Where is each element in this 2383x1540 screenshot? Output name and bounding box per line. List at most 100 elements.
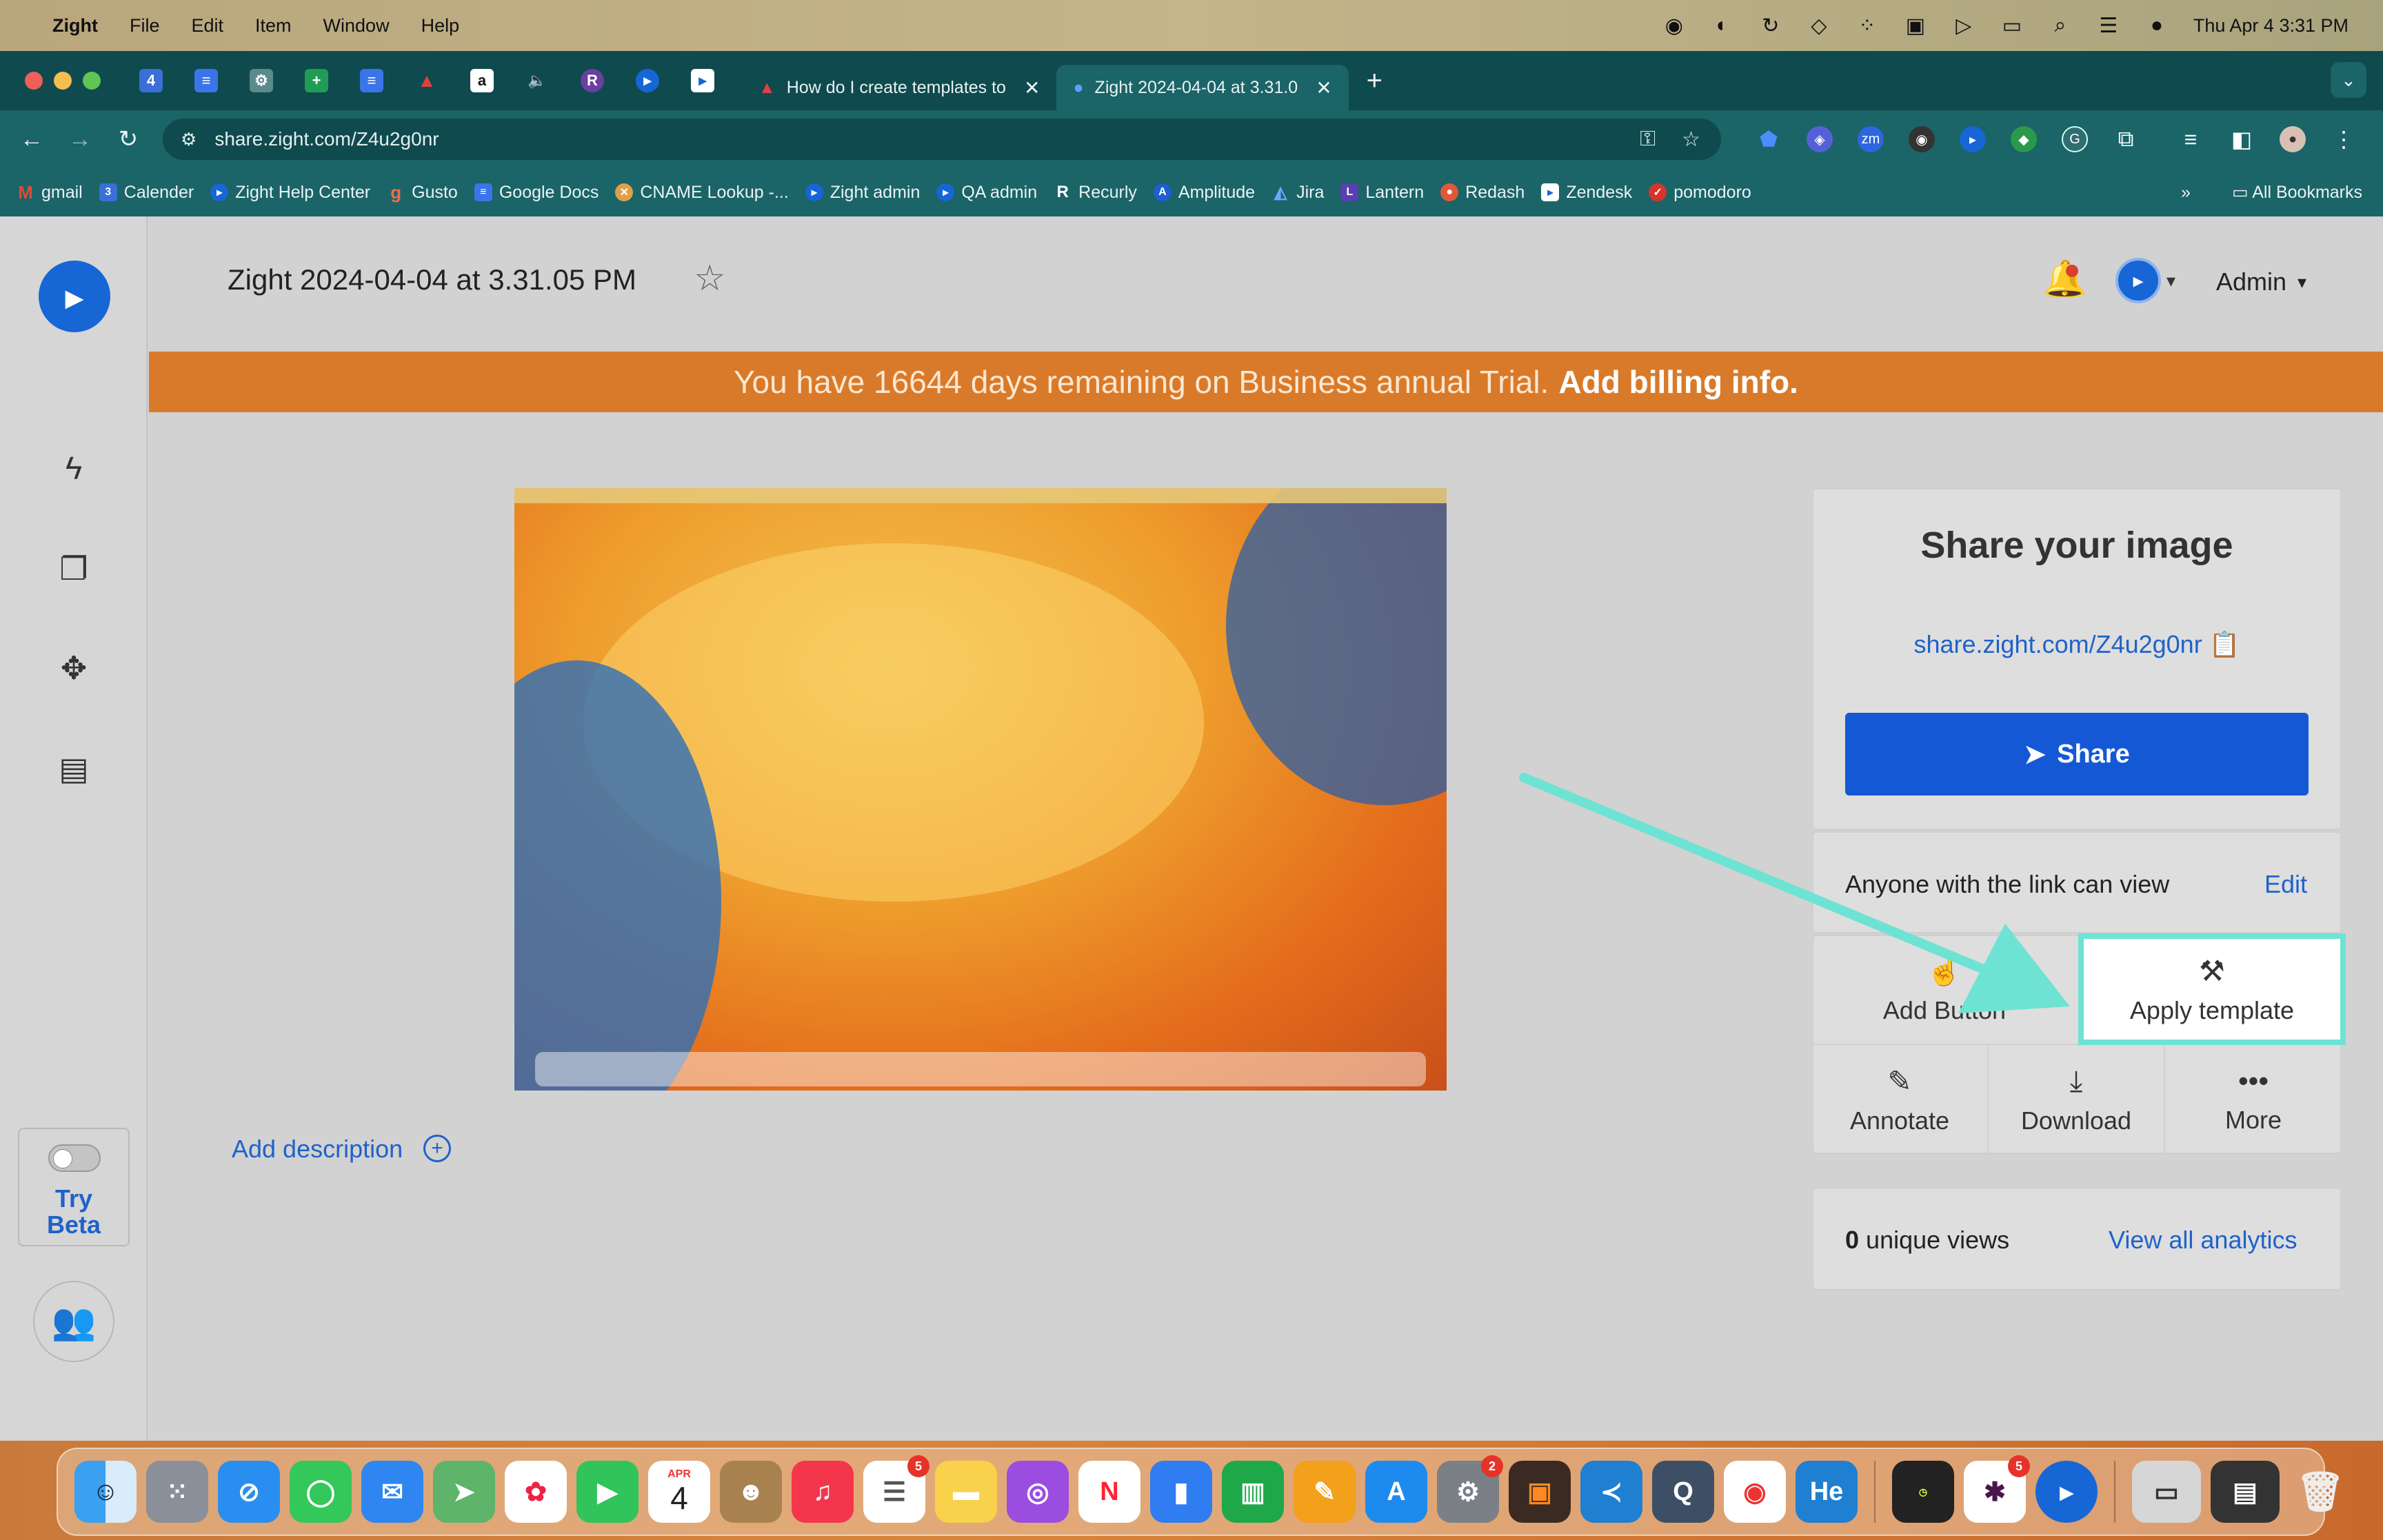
- extension-zight-icon[interactable]: ▸: [1960, 126, 1986, 152]
- bookmark-star-icon[interactable]: ☆: [1682, 128, 1700, 152]
- edit-permission-link[interactable]: Edit: [2264, 870, 2307, 899]
- notifications-bell-icon[interactable]: 🔔: [2042, 258, 2087, 300]
- pinned-tab-calendar-icon[interactable]: 4: [139, 69, 163, 92]
- menu-app-name[interactable]: Zight: [52, 15, 98, 37]
- pinned-tab-sheets-icon[interactable]: +: [305, 69, 328, 92]
- bookmark-google-docs[interactable]: ≡ Google Docs: [474, 183, 599, 203]
- zight-avatar-icon[interactable]: ▸: [2115, 258, 2161, 303]
- heroku-icon[interactable]: He: [1796, 1461, 1858, 1523]
- back-arrow-icon[interactable]: ←: [18, 126, 46, 153]
- bookmark-lantern[interactable]: L Lantern: [1340, 183, 1424, 203]
- capture-status-icon[interactable]: ⁘: [1856, 14, 1879, 37]
- podcasts-icon[interactable]: ◎: [1007, 1461, 1069, 1523]
- browser-menu-icon[interactable]: ⋮: [2331, 126, 2357, 152]
- bookmark-redash[interactable]: ● Redash: [1440, 183, 1525, 203]
- profile-avatar-icon[interactable]: ●: [2280, 126, 2306, 152]
- download-action[interactable]: ⤓ Download: [1989, 1046, 2165, 1153]
- share-link-text[interactable]: share.zight.com/Z4u2g0nr: [1913, 630, 2202, 658]
- address-bar-url[interactable]: share.zight.com/Z4u2g0nr: [214, 128, 439, 150]
- side-panel-icon[interactable]: ◧: [2229, 126, 2255, 152]
- bookmark-zight-help-center[interactable]: ▸ Zight Help Center: [210, 183, 370, 203]
- more-action[interactable]: ••• More: [2165, 1046, 2342, 1153]
- reload-icon[interactable]: ↻: [114, 125, 142, 153]
- app-store-icon[interactable]: A: [1365, 1461, 1427, 1523]
- extension-zoominfo-icon[interactable]: zm: [1858, 126, 1884, 152]
- extension-lantern-icon[interactable]: ◉: [1909, 126, 1935, 152]
- extension-proton-icon[interactable]: ◈: [1807, 126, 1833, 152]
- pinned-tab-lantern-icon[interactable]: ▲: [415, 69, 439, 92]
- new-tab-plus-icon[interactable]: +: [1367, 65, 1382, 97]
- add-plus-circle-icon[interactable]: +: [423, 1135, 451, 1162]
- view-all-analytics-link[interactable]: View all analytics: [2109, 1226, 2297, 1255]
- menu-edit[interactable]: Edit: [192, 15, 224, 37]
- tab-zight-share[interactable]: ● Zight 2024-04-04 at 3.31.0 ✕: [1056, 65, 1349, 110]
- extension-badge-icon[interactable]: ◆: [2011, 126, 2037, 152]
- apply-template-action[interactable]: ⚒ Apply template: [2078, 933, 2346, 1045]
- vscode-icon[interactable]: ≺: [1580, 1461, 1642, 1523]
- clock-widget-icon[interactable]: ◷: [1892, 1461, 1954, 1523]
- keynote-icon[interactable]: ▮: [1150, 1461, 1212, 1523]
- share-link[interactable]: share.zight.com/Z4u2g0nr 📋: [1812, 630, 2342, 659]
- pinned-tab-audio-icon[interactable]: 🔈: [525, 69, 549, 92]
- puzzle-integrations-icon[interactable]: ✥: [50, 644, 98, 692]
- clipboard-icon[interactable]: 📋: [2209, 630, 2240, 658]
- password-key-icon[interactable]: ⚿: [1640, 128, 1656, 152]
- facetime-icon[interactable]: ▶: [576, 1461, 639, 1523]
- menu-help[interactable]: Help: [421, 15, 460, 37]
- system-settings-icon[interactable]: ⚙ 2: [1437, 1455, 1503, 1523]
- menu-window[interactable]: Window: [323, 15, 390, 37]
- reminders-icon[interactable]: ☰ 5: [863, 1455, 929, 1523]
- battery-icon[interactable]: ▭: [2000, 14, 2024, 37]
- contacts-icon[interactable]: ☻: [720, 1461, 782, 1523]
- trash-icon[interactable]: 🗑: [2289, 1461, 2351, 1523]
- archive-icon[interactable]: ▤: [50, 744, 98, 793]
- address-bar[interactable]: ⚙ share.zight.com/Z4u2g0nr ⚿ ☆: [163, 119, 1721, 160]
- extension-grammarly-icon[interactable]: G: [2062, 126, 2088, 152]
- extension-shield-icon[interactable]: ⬟: [1756, 126, 1782, 152]
- mail-icon[interactable]: ✉: [361, 1461, 423, 1523]
- team-users-icon[interactable]: 👥: [33, 1281, 114, 1362]
- bookmark-zendesk[interactable]: ▸ Zendesk: [1541, 183, 1632, 203]
- all-bookmarks-button[interactable]: ▭ All Bookmarks: [2232, 182, 2362, 203]
- bookmark-jira[interactable]: ◭ Jira: [1271, 183, 1325, 203]
- bookmarks-overflow-icon[interactable]: »: [2181, 183, 2191, 203]
- user-menu-caret-down-icon[interactable]: ▾: [2297, 272, 2306, 293]
- annotate-action[interactable]: ✎ Annotate: [1812, 1046, 1989, 1153]
- notes-icon[interactable]: ▬: [935, 1461, 997, 1523]
- extensions-puzzle-icon[interactable]: ⧉: [2113, 126, 2139, 152]
- forward-arrow-icon[interactable]: →: [66, 126, 94, 153]
- minimize-window-button[interactable]: [54, 72, 72, 90]
- news-icon[interactable]: N: [1078, 1461, 1140, 1523]
- spotlight-search-icon[interactable]: ⌕: [2049, 14, 2072, 37]
- photos-icon[interactable]: ✿: [505, 1461, 567, 1523]
- zight-logo-icon[interactable]: ▸: [39, 261, 110, 332]
- document-status-icon[interactable]: ▣: [1904, 14, 1927, 37]
- bookmark-pomodoro[interactable]: ✓ pomodoro: [1649, 183, 1751, 203]
- close-tab-icon[interactable]: ✕: [1024, 77, 1040, 99]
- copy-files-icon[interactable]: ❐: [50, 545, 98, 593]
- menu-item[interactable]: Item: [255, 15, 292, 37]
- safari-icon[interactable]: ⊘: [218, 1461, 280, 1523]
- site-info-icon[interactable]: ⚙: [181, 129, 197, 150]
- pages-icon[interactable]: ✎: [1294, 1461, 1356, 1523]
- favorite-star-icon[interactable]: ☆: [694, 258, 726, 299]
- zight-status-icon[interactable]: ◉: [1662, 14, 1686, 37]
- add-billing-link[interactable]: Add billing info.: [1558, 363, 1798, 401]
- add-description-link[interactable]: Add description: [232, 1135, 403, 1164]
- bookmark-cname-lookup[interactable]: ✕ CNAME Lookup -...: [615, 183, 789, 203]
- timer-status-icon[interactable]: ↻: [1759, 14, 1782, 37]
- pinned-tab-docs-icon[interactable]: ≡: [194, 69, 218, 92]
- tab-search-chevron-icon[interactable]: ⌄: [2331, 62, 2366, 98]
- pinned-tab-docs-2-icon[interactable]: ≡: [360, 69, 383, 92]
- bookmark-gusto[interactable]: g Gusto: [387, 182, 458, 203]
- menu-file[interactable]: File: [130, 15, 160, 37]
- user-menu[interactable]: Admin: [2216, 267, 2286, 296]
- close-window-button[interactable]: [25, 72, 43, 90]
- zight-app-icon[interactable]: ▸: [2035, 1461, 2098, 1523]
- grammarly-status-icon[interactable]: ◐: [1711, 14, 1734, 37]
- lightning-icon[interactable]: ϟ: [50, 444, 98, 492]
- bookmark-recurly[interactable]: R Recurly: [1054, 183, 1136, 203]
- tab-help-article[interactable]: ▲ How do I create templates to ✕: [742, 65, 1056, 110]
- numbers-icon[interactable]: ▥: [1222, 1461, 1284, 1523]
- quicktime-icon[interactable]: Q: [1652, 1461, 1714, 1523]
